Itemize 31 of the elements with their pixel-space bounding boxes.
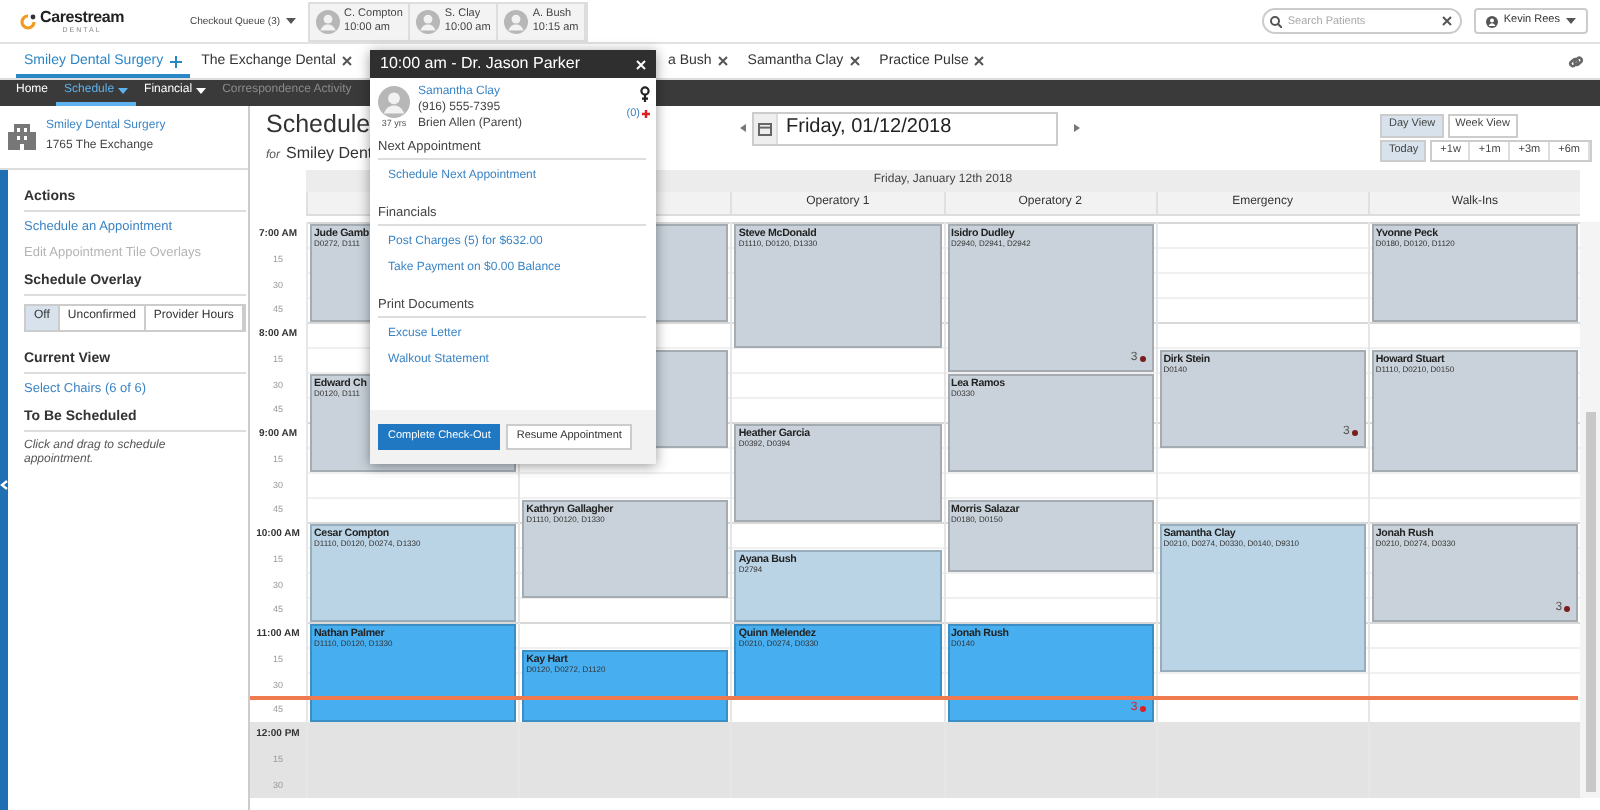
medical-alert-icon <box>642 110 650 119</box>
search-icon <box>1269 15 1282 27</box>
close-icon[interactable] <box>849 56 860 67</box>
close-icon[interactable] <box>974 56 985 67</box>
caret-icon <box>196 88 207 94</box>
popup-title: 10:00 am - Dr. Jason Parker <box>380 54 581 74</box>
avatar-icon <box>316 9 341 33</box>
female-icon <box>640 86 650 102</box>
clear-icon[interactable] <box>1441 16 1452 26</box>
avatar-icon <box>416 9 441 33</box>
link-icon[interactable] <box>1568 54 1584 70</box>
date-picker-field[interactable]: Friday, 01/12/2018 <box>752 111 1058 145</box>
caret-icon <box>286 18 297 24</box>
close-icon[interactable] <box>717 56 728 67</box>
subtitle: Smiley Dent <box>286 143 373 163</box>
calendar-icon[interactable] <box>758 121 772 135</box>
avatar-icon <box>378 86 410 118</box>
collapse-icon[interactable] <box>0 480 8 490</box>
add-tab-icon[interactable] <box>169 55 182 68</box>
user-icon <box>1485 15 1498 27</box>
page-title: Schedule <box>266 112 371 138</box>
caret-icon <box>118 88 129 94</box>
next-day-icon[interactable] <box>1074 124 1080 132</box>
scrollbar[interactable] <box>1580 222 1600 797</box>
building-icon <box>8 124 36 150</box>
logo-text: Carestream <box>40 7 125 27</box>
close-icon[interactable] <box>341 56 352 67</box>
avatar-icon <box>504 9 529 33</box>
logo-icon <box>20 13 36 29</box>
previous-day-icon[interactable] <box>740 124 746 132</box>
caret-icon <box>1566 18 1576 24</box>
